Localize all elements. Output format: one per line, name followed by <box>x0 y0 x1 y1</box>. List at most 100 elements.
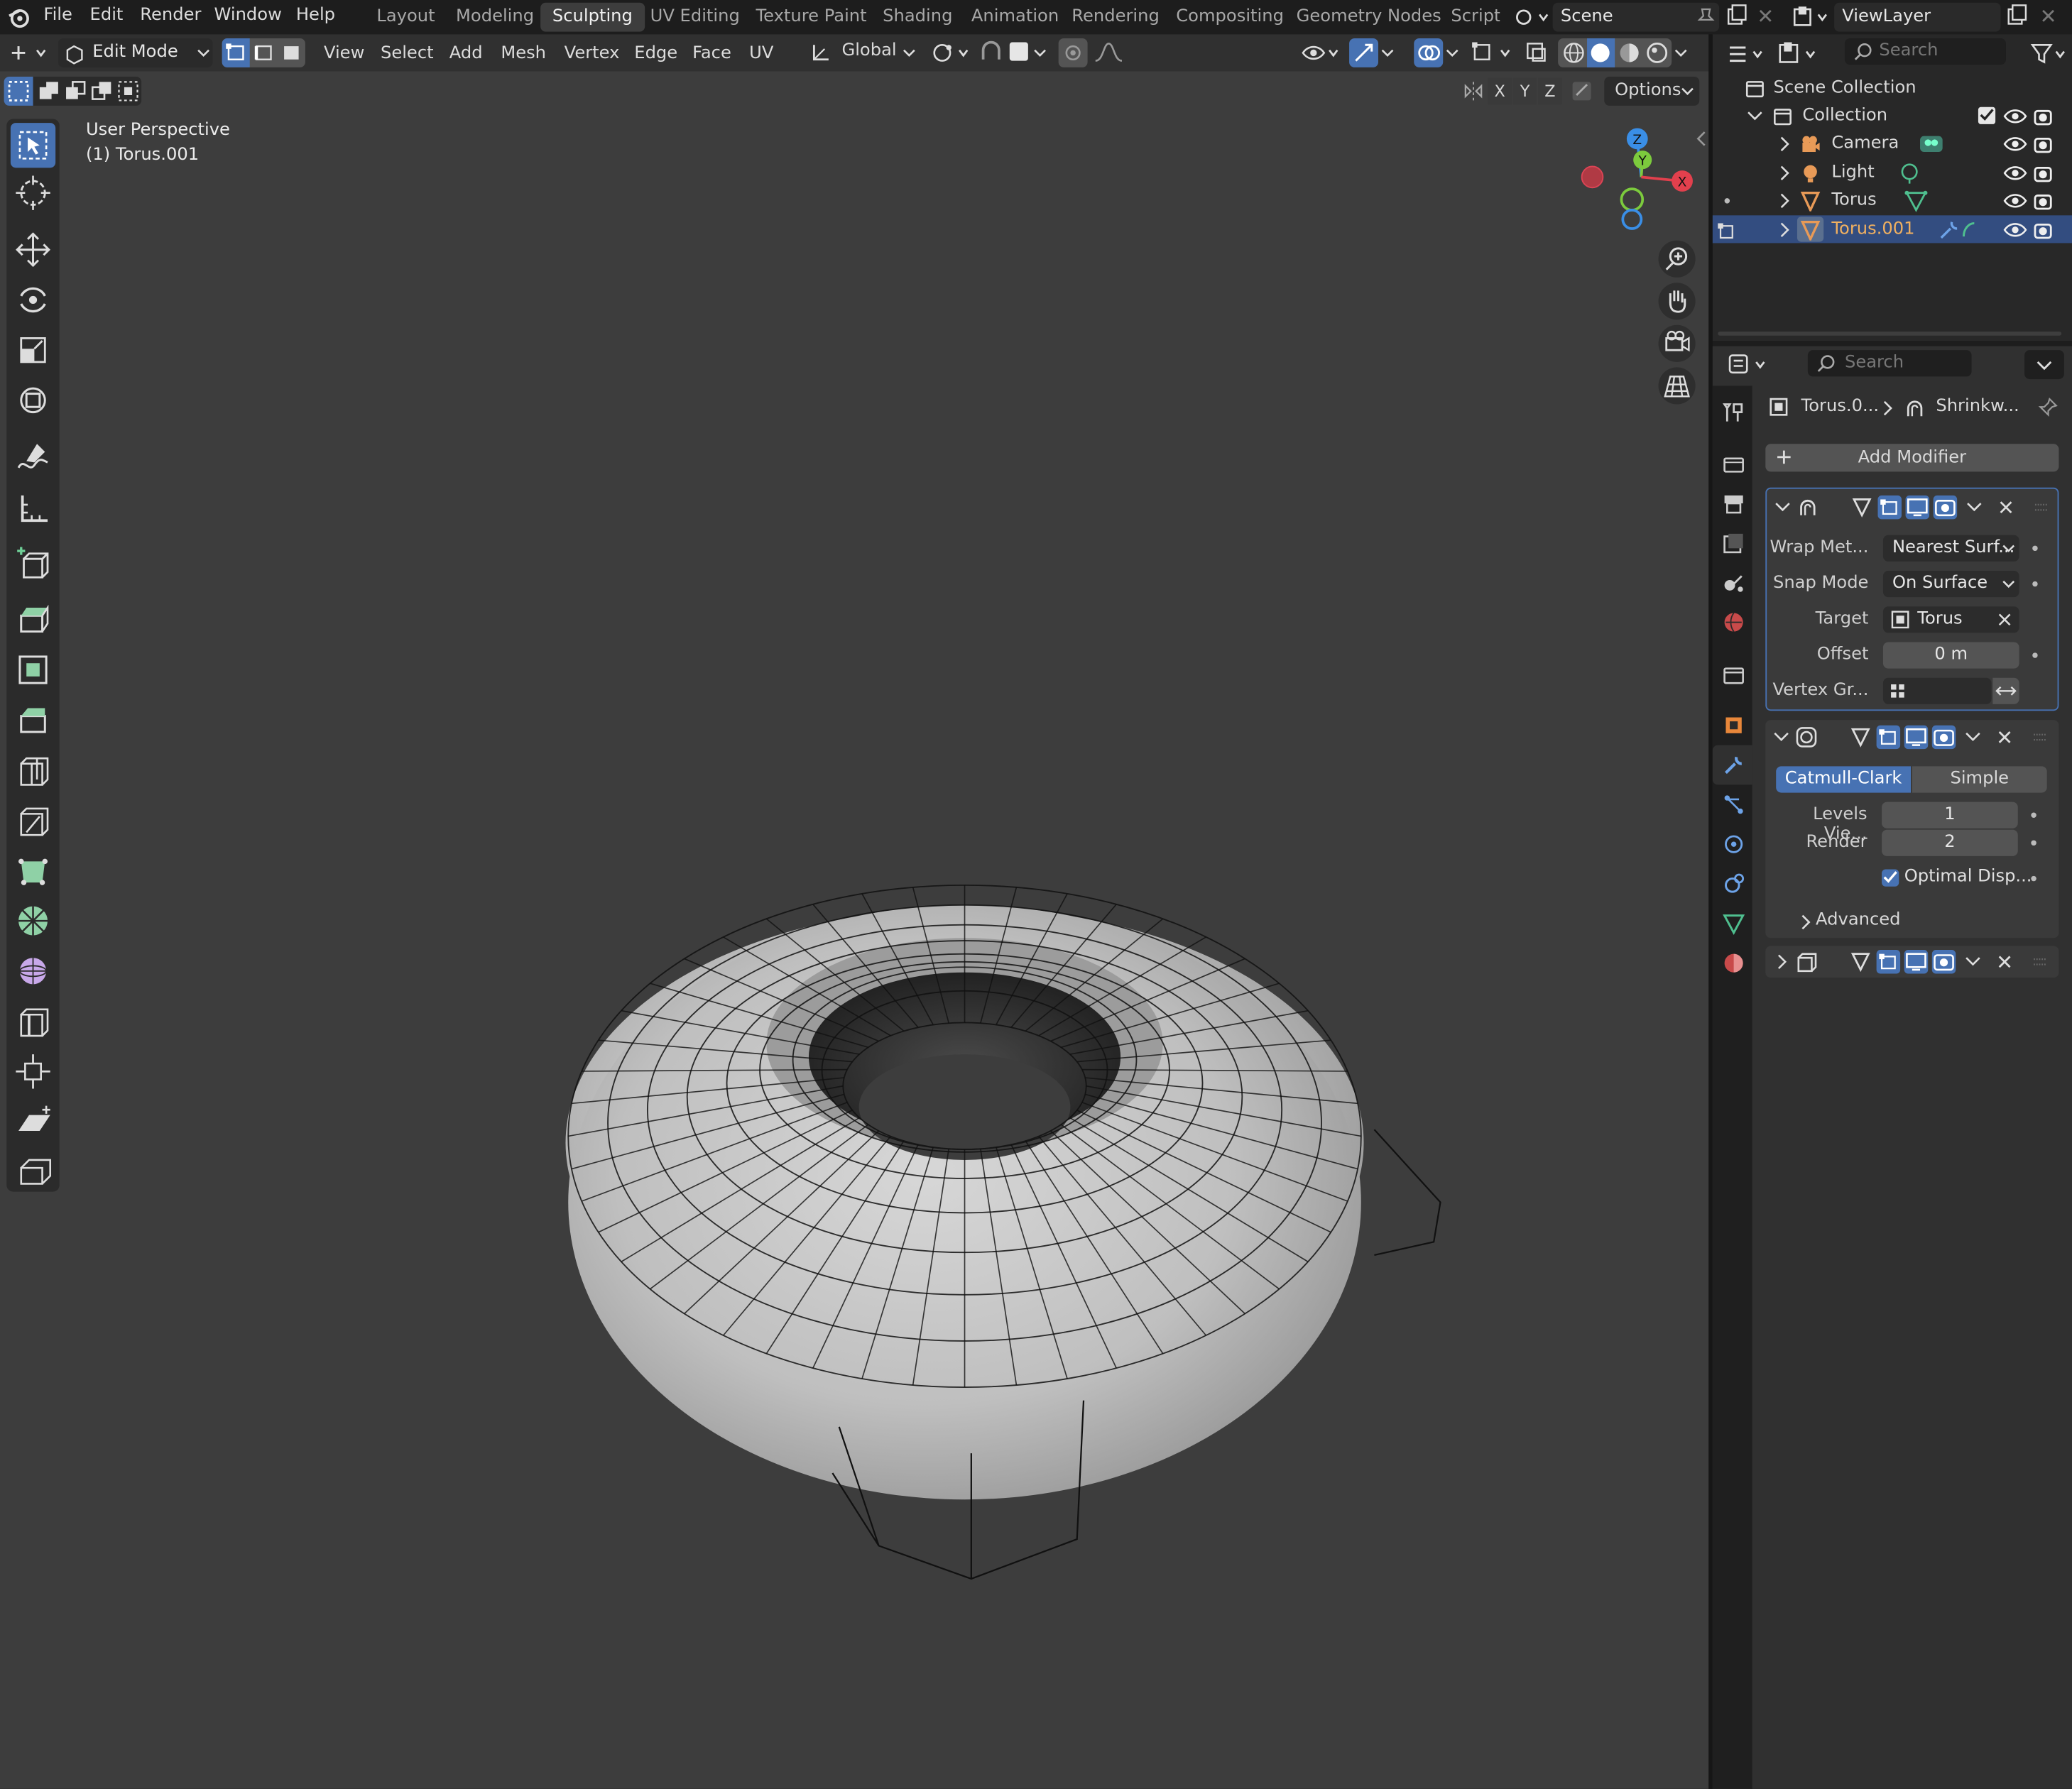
tool-scale[interactable] <box>11 328 55 373</box>
tool-poly-build[interactable] <box>11 848 55 893</box>
select-extend-icon[interactable] <box>36 78 62 104</box>
clear-target-icon[interactable] <box>1997 612 2012 628</box>
offset-field[interactable]: 0 m <box>1882 642 2019 669</box>
select-invert-icon[interactable] <box>89 78 115 104</box>
edge-select-button[interactable] <box>250 38 278 67</box>
chevron-down-icon[interactable] <box>1747 109 1762 123</box>
navigation-gizmo[interactable]: Z Y X <box>1573 124 1705 235</box>
world-tab-icon[interactable] <box>1722 611 1745 634</box>
vertex-select-button[interactable] <box>222 38 250 67</box>
viewlayer-selector-icon[interactable] <box>1791 4 1831 31</box>
add-modifier-button[interactable]: Add Modifier <box>1765 444 2059 472</box>
render-toggle[interactable] <box>1931 950 1956 974</box>
view-layer-tab-icon[interactable] <box>1722 531 1745 554</box>
material-shading-icon[interactable] <box>1616 40 1642 66</box>
chevron-down-icon[interactable] <box>1774 500 1790 514</box>
menu-edit[interactable]: Edit <box>90 5 124 25</box>
drag-handle-icon[interactable] <box>2032 732 2048 743</box>
levels-viewport-field[interactable]: 1 <box>1882 802 2018 828</box>
output-tab-icon[interactable] <box>1722 491 1745 515</box>
close-icon[interactable] <box>1995 728 2014 746</box>
editor-type-icon[interactable] <box>8 40 50 66</box>
render-toggle[interactable] <box>1931 725 1956 750</box>
eye-icon[interactable] <box>2003 164 2027 182</box>
tool-annotate[interactable] <box>11 436 55 481</box>
vertex-group-field[interactable] <box>1882 677 1992 704</box>
menu-window[interactable]: Window <box>214 5 281 25</box>
collection-exclude-checkbox[interactable] <box>1978 106 1996 124</box>
menu-vertex[interactable]: Vertex <box>565 40 620 67</box>
select-subtract-icon[interactable] <box>62 78 88 104</box>
scene-selector-icon[interactable] <box>1513 4 1550 31</box>
outliner-row-camera[interactable]: Camera <box>1713 129 2072 157</box>
chevron-down-icon[interactable] <box>1381 49 1395 60</box>
gizmo-toggle-button[interactable] <box>1349 38 1379 67</box>
invert-vertex-group-button[interactable] <box>1992 677 2019 704</box>
tab-animation[interactable]: Animation <box>959 3 1071 32</box>
tool-loop-cut[interactable] <box>11 748 55 792</box>
outliner-row-light[interactable]: Light <box>1713 158 2072 186</box>
outliner-scrollbar[interactable] <box>1718 332 2062 336</box>
menu-view[interactable]: View <box>324 40 364 67</box>
neg-y-axis-handle[interactable] <box>1620 187 1645 212</box>
collection-tab-icon[interactable] <box>1722 663 1745 686</box>
outliner-row-torus-001[interactable]: Torus.001 <box>1712 215 2072 244</box>
face-select-button[interactable] <box>278 38 305 67</box>
camera-view-button[interactable] <box>1658 324 1696 362</box>
render-tab-icon[interactable] <box>1722 452 1745 475</box>
snap-target-swatch[interactable] <box>1009 42 1028 61</box>
on-cage-icon[interactable] <box>1849 726 1872 749</box>
chevron-down-icon[interactable] <box>1966 500 1982 514</box>
outliner-row-torus[interactable]: Torus <box>1713 186 2072 214</box>
physics-tab-icon[interactable] <box>1722 832 1745 855</box>
xray-icon[interactable] <box>1524 40 1550 66</box>
pivot-point-icon[interactable] <box>930 40 973 66</box>
viewlayer-name-field[interactable]: ViewLayer <box>1834 2 2001 32</box>
chevron-right-icon[interactable] <box>1779 136 1792 152</box>
tool-spin[interactable] <box>11 898 55 943</box>
editmode-toggle[interactable] <box>1876 950 1901 974</box>
chevron-right-icon[interactable] <box>1779 193 1792 209</box>
topology-mirror-icon[interactable] <box>1570 80 1593 103</box>
tab-uv-editing[interactable]: UV Editing <box>638 3 752 32</box>
menu-add[interactable]: Add <box>449 40 483 67</box>
render-camera-icon[interactable] <box>2032 163 2054 184</box>
tool-shrink-fatten[interactable] <box>11 1049 55 1094</box>
close-icon[interactable] <box>1997 498 2015 517</box>
eye-icon[interactable] <box>2003 221 2027 239</box>
properties-options-dropdown[interactable] <box>2024 350 2064 380</box>
outliner-editor-icon[interactable] <box>1725 41 1768 67</box>
mirror-z-button[interactable]: Z <box>1538 77 1562 105</box>
mirror-x-button[interactable]: X <box>1488 77 1512 105</box>
on-cage-icon[interactable] <box>1850 496 1873 519</box>
tab-geometry-nodes[interactable]: Geometry Nodes <box>1285 3 1454 32</box>
viewport-toggle[interactable] <box>1904 950 1929 974</box>
render-toggle[interactable] <box>1933 495 1958 520</box>
pin-icon[interactable] <box>1697 6 1716 28</box>
snap-mode-dropdown[interactable]: On Surface <box>1882 570 2019 598</box>
tool-bevel[interactable] <box>11 698 55 743</box>
edit-mode-toggle-icon[interactable] <box>1716 219 1738 241</box>
wrap-method-dropdown[interactable]: Nearest Surf... <box>1882 535 2019 562</box>
chevron-down-icon[interactable] <box>1965 956 1980 969</box>
tool-edge-slide[interactable] <box>11 999 55 1044</box>
drag-handle-icon[interactable] <box>2034 502 2049 513</box>
render-camera-icon[interactable] <box>2032 133 2054 155</box>
select-intersect-icon[interactable] <box>115 78 141 104</box>
material-tab-icon[interactable] <box>1722 951 1745 975</box>
chevron-down-icon[interactable] <box>1773 731 1789 744</box>
display-mode-icon[interactable] <box>1776 41 1821 67</box>
tab-layout[interactable]: Layout <box>365 3 447 32</box>
overlays-toggle-button[interactable] <box>1414 38 1444 67</box>
sidebar-toggle-icon[interactable] <box>1694 129 1710 148</box>
menu-help[interactable]: Help <box>296 5 335 25</box>
perspective-toggle-button[interactable] <box>1658 367 1696 405</box>
tab-rendering[interactable]: Rendering <box>1060 3 1172 32</box>
modifiers-tab-active[interactable] <box>1712 745 1752 785</box>
advanced-subpanel-header[interactable]: Advanced <box>1792 908 2030 934</box>
tool-smooth[interactable] <box>11 948 55 993</box>
tab-modeling[interactable]: Modeling <box>444 3 546 32</box>
outliner-collection[interactable]: Collection <box>1713 102 2072 129</box>
tool-cursor[interactable] <box>11 170 55 215</box>
keyframe-dot[interactable] <box>2031 840 2036 846</box>
